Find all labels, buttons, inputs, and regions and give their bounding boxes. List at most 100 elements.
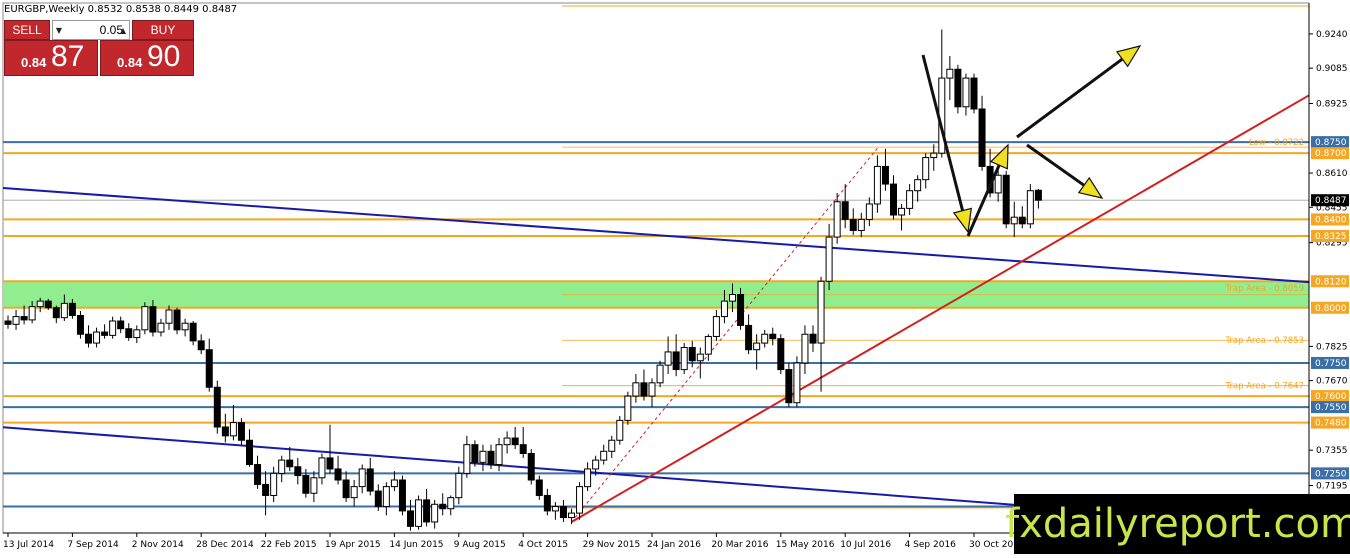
x-tick-label: 4 Sep 2016 [905,540,957,550]
level-price-tag-label: 0.7480 [1315,419,1347,429]
candle-body [431,503,439,523]
candle-body [608,439,616,452]
candle-body [954,68,962,108]
x-tick-label: 28 Dec 2014 [196,540,254,550]
candle-body [729,294,736,302]
candle-body [52,307,60,319]
candle-body [559,506,567,519]
candle-body [254,464,262,485]
candle-body [769,333,777,340]
candle-body [704,335,712,355]
candle-body [664,351,672,366]
candle [624,391,632,425]
candle-body [600,450,608,461]
candle-body [374,490,382,507]
candle-body [60,302,68,319]
candle-body [930,152,938,159]
candle-body [20,316,28,321]
candle-body [511,437,519,446]
symbol-info: EURGBP,Weekly 0.8532 0.8538 0.8449 0.848… [4,4,238,15]
level-price-tag-label: 0.8120 [1315,277,1347,287]
candle-body [1002,174,1010,225]
candle-body [672,351,680,371]
candle-body [101,331,109,336]
candle-body [616,419,624,441]
candle-body [390,479,398,488]
candle-body [382,486,390,507]
candle-body [745,324,753,351]
candle-body [12,316,20,325]
candle-body [632,382,640,397]
candle-body [881,165,889,185]
buy-price-small: 0.84 [117,55,143,70]
candle-body [519,444,527,454]
candle-body [439,503,447,510]
chart-window: Low - 0.8722 Trap Area - 0.8059 Trap Area … [0,0,1350,554]
current-price-tag-label: 0.8487 [1315,196,1347,206]
candle-body [857,218,865,231]
candle-body [85,333,92,344]
trap-annotation-label: Trap Area - 0.8059 [1224,284,1304,294]
level-price-tag-label: 0.7550 [1315,403,1347,413]
candle-body [817,280,825,344]
candle-body [278,459,286,474]
candle-body [777,338,785,371]
candle-body [568,512,575,519]
brand-watermark: fxdailyreport.com [1005,494,1350,554]
x-tick-label: 4 Oct 2015 [518,540,568,550]
price-chart[interactable]: Low - 0.8722 Trap Area - 0.8059 Trap Area … [0,0,1350,554]
candle-body [28,306,36,321]
level-price-tag-label: 0.8325 [1315,232,1347,242]
candle-body [978,108,986,167]
sell-price[interactable]: 0.84 87 [4,40,98,76]
candle-body [36,300,44,308]
y-tick-label: 0.7670 [1316,377,1348,387]
x-tick-label: 14 Jun 2015 [389,540,443,550]
lot-increase-icon[interactable]: ▲ [116,20,130,40]
candle [970,73,978,114]
x-tick-label: 20 Mar 2016 [711,540,768,550]
candle-body [841,201,849,220]
candle-body [197,340,205,351]
candle [237,418,245,445]
y-tick-label: 0.8610 [1316,169,1348,179]
candle-body [237,422,245,441]
sell-button[interactable]: SELL [4,20,50,40]
candle-body [809,333,817,344]
candle [680,343,688,374]
candle-body [213,386,221,428]
candle-body [415,499,423,527]
lot-decrease-icon[interactable]: ▼ [52,20,66,40]
candle-body [865,203,873,220]
buy-price[interactable]: 0.84 90 [100,40,194,76]
candle-body [407,510,414,527]
candle-body [873,165,881,205]
x-tick-label: 24 Jan 2016 [647,540,701,550]
buy-price-big: 90 [147,40,181,73]
candle [737,287,745,330]
candle-body [720,300,728,318]
candle [777,334,785,374]
one-click-trade-panel: SELL 0.05 ▼ ▲ BUY 0.84 87 0.84 90 [4,20,194,76]
x-tick-label: 22 Feb 2015 [261,540,317,550]
buy-button[interactable]: BUY [132,20,194,40]
candle-body [76,314,84,335]
candle-body [1018,216,1026,225]
x-tick-label: 7 Sep 2014 [67,540,119,550]
candle [656,360,664,388]
candle-body [503,437,511,446]
candle-body [624,395,632,421]
candle-body [906,190,914,209]
candle-body [133,329,141,339]
candle-body [366,468,374,492]
candle-body [753,342,761,351]
candle-body [294,466,302,477]
candle-body [970,77,978,110]
candle-body [157,322,165,333]
candle-body [696,353,704,362]
candle-body [4,320,12,325]
candle [398,475,406,516]
y-tick-label: 0.7825 [1316,342,1348,352]
candle [141,302,149,335]
sell-price-small: 0.84 [21,55,47,70]
